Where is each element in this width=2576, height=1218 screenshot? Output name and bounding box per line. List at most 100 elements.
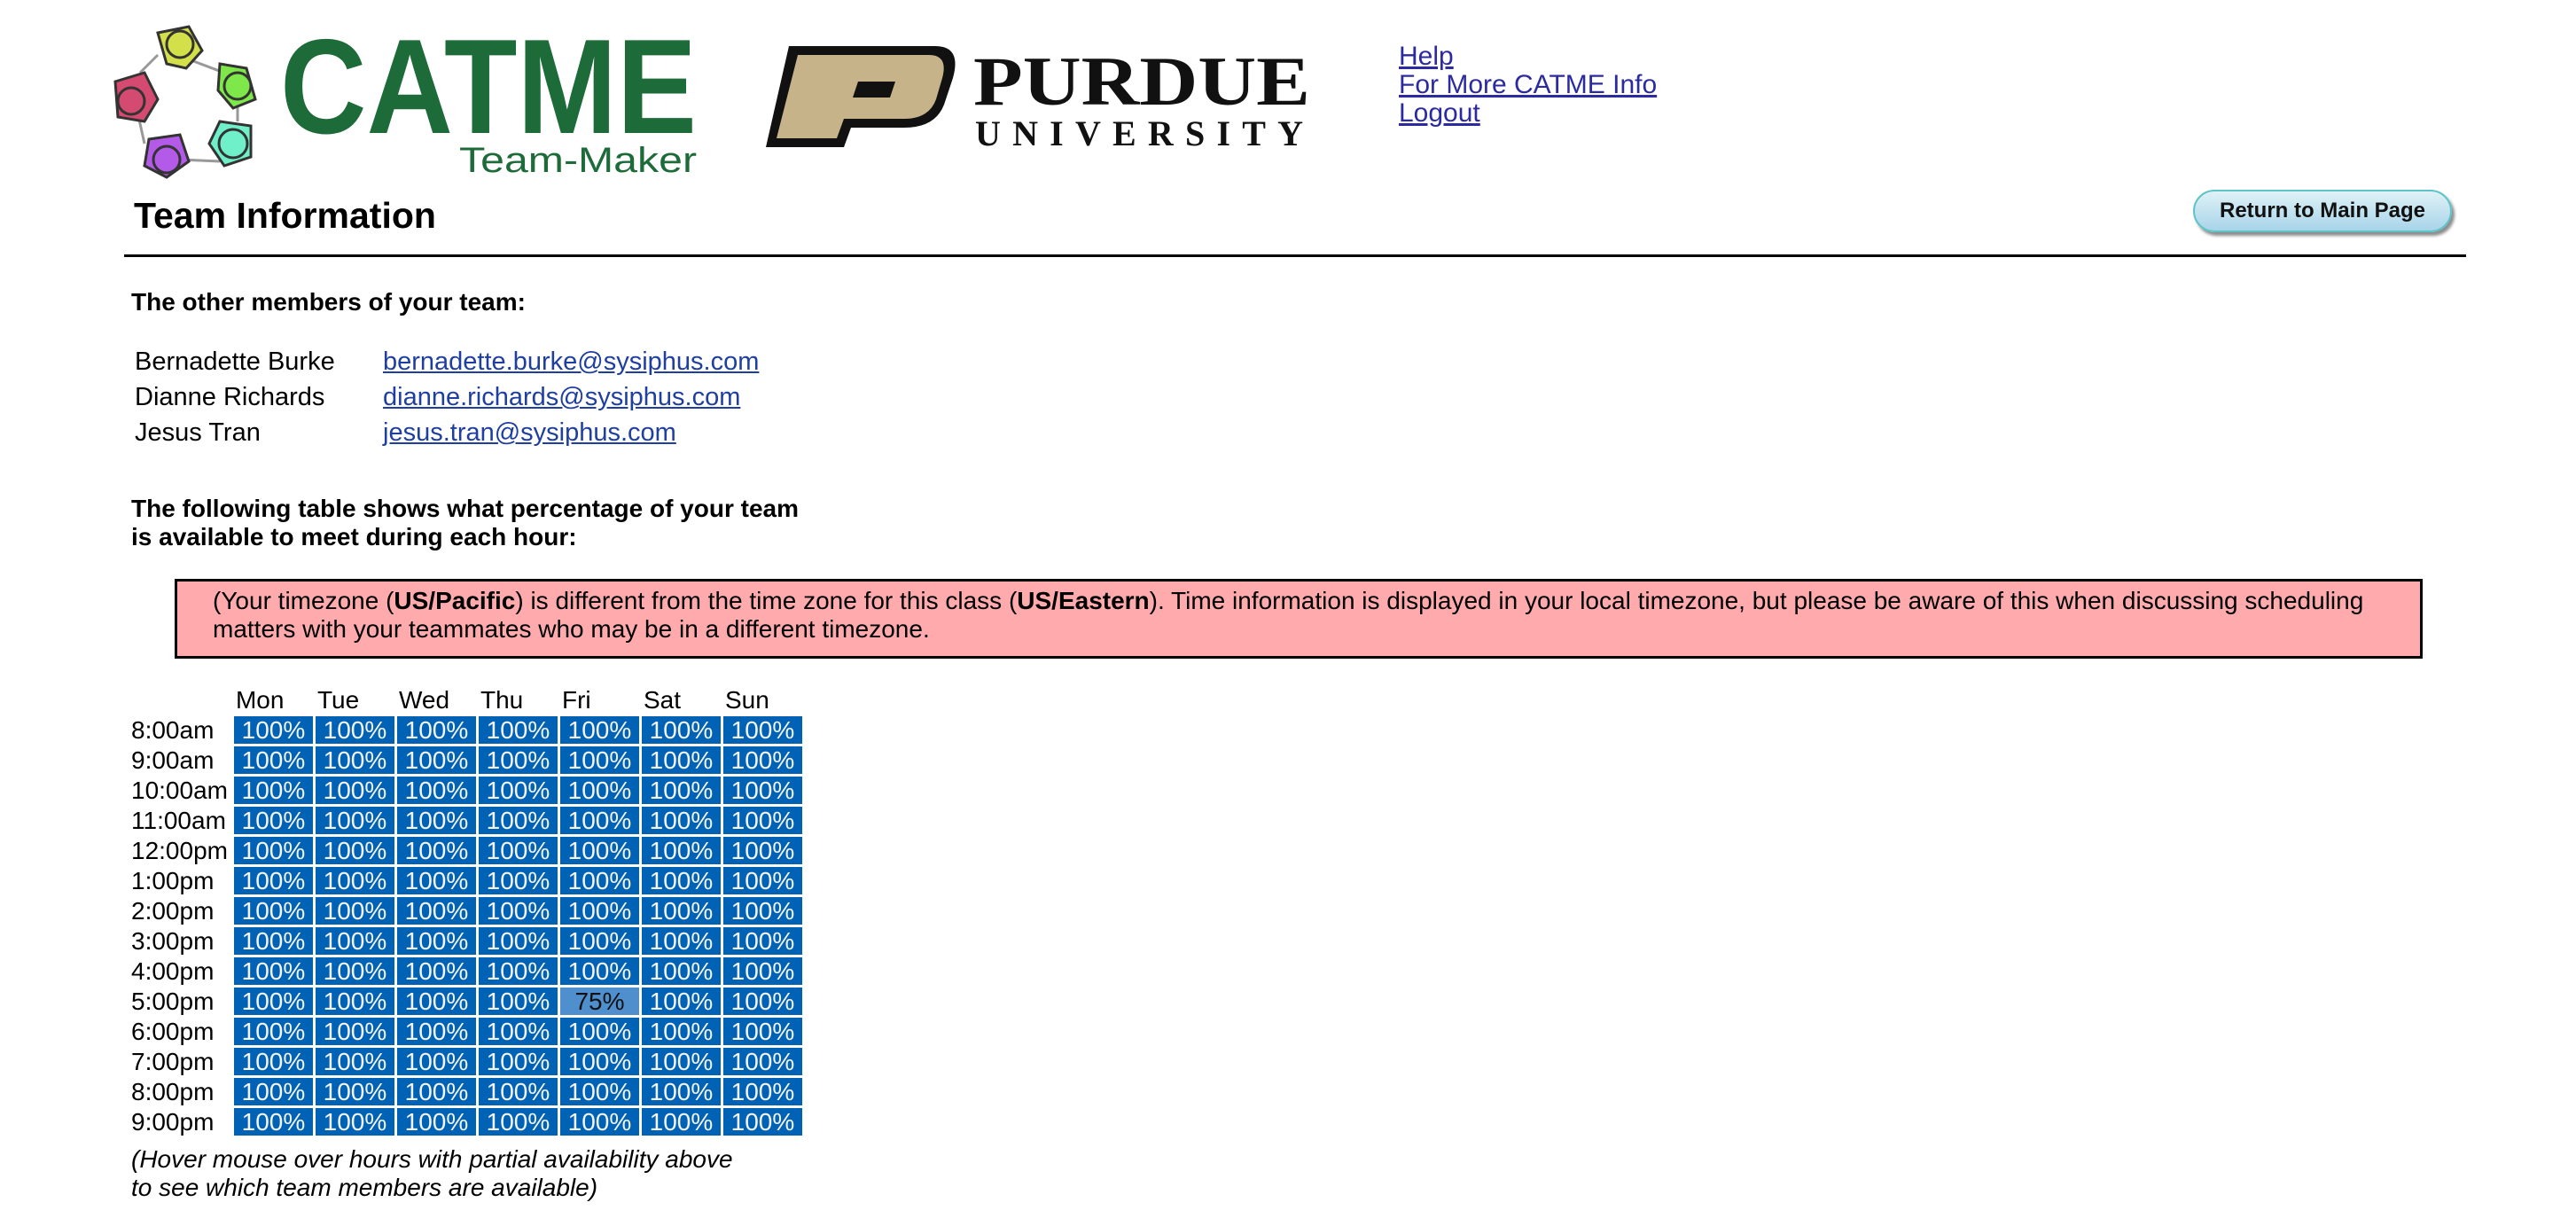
availability-cell: 100% [396, 988, 476, 1015]
availability-cell: 100% [233, 746, 313, 774]
availability-cell: 100% [233, 957, 313, 985]
availability-cell: 100% [478, 867, 558, 894]
availability-cell: 100% [478, 957, 558, 985]
availability-cell: 100% [315, 746, 394, 774]
availability-cell: 100% [641, 837, 721, 864]
title-divider [124, 254, 2466, 257]
availability-cell: 100% [396, 1018, 476, 1045]
availability-cell: 100% [641, 897, 721, 925]
availability-cell: 100% [722, 1018, 802, 1045]
help-link[interactable]: Help [1399, 43, 1657, 71]
availability-cell: 100% [315, 777, 394, 804]
purdue-university-logo: PURDUE UNIVERSITY [766, 43, 1310, 151]
availability-cell: 100% [396, 746, 476, 774]
availability-cell: 100% [722, 897, 802, 925]
member-email-link[interactable]: bernadette.burke@sysiphus.com [383, 347, 759, 376]
availability-cell: 100% [396, 957, 476, 985]
hover-footnote: (Hover mouse over hours with partial ava… [131, 1145, 733, 1202]
hour-label: 9:00am [131, 746, 215, 774]
availability-cell: 100% [641, 807, 721, 834]
availability-cell: 100% [559, 716, 639, 744]
availability-cell: 100% [641, 777, 721, 804]
availability-cell: 100% [559, 1018, 639, 1045]
logout-link[interactable]: Logout [1399, 99, 1657, 128]
hour-row: 7:00pm 100% 100% 100% 100% 100% 100% 100% [131, 1048, 802, 1075]
day-header: Thu [480, 686, 524, 714]
availability-cell: 100% [396, 1078, 476, 1105]
corner-header [131, 687, 231, 714]
user-timezone: US/Pacific [394, 587, 516, 614]
hour-label: 7:00pm [131, 1048, 215, 1075]
availability-cell: 100% [559, 837, 639, 864]
availability-cell: 100% [722, 988, 802, 1015]
availability-cell: 100% [559, 867, 639, 894]
day-header: Sat [643, 686, 681, 714]
availability-cell: 100% [233, 1018, 313, 1045]
availability-cell: 100% [722, 1048, 802, 1075]
availability-cell: 100% [641, 1048, 721, 1075]
hour-label: 11:00am [131, 807, 226, 834]
availability-cell: 100% [478, 1108, 558, 1136]
availability-cell: 100% [641, 927, 721, 955]
hour-label: 8:00pm [131, 1078, 215, 1105]
hour-label: 8:00am [131, 716, 215, 744]
hour-label: 5:00pm [131, 988, 215, 1015]
purdue-wordmark: PURDUE [973, 43, 1310, 120]
availability-cell: 100% [233, 807, 313, 834]
page-title: Team Information [134, 195, 436, 236]
team-circle-icon [113, 25, 257, 179]
catme-team-maker-logo: CATME Team-Maker [113, 20, 697, 180]
availability-cell: 100% [478, 897, 558, 925]
availability-table: Mon Tue Wed Thu Fri Sat Sun 8:00am 100% 100% 100%… [129, 684, 805, 1138]
availability-cell: 100% [396, 1048, 476, 1075]
availability-cell-partial[interactable]: 75% [559, 988, 639, 1015]
day-header-row: Mon Tue Wed Thu Fri Sat Sun [131, 687, 802, 714]
member-name: Jesus Tran [135, 418, 261, 447]
availability-cell: 100% [641, 867, 721, 894]
availability-cell: 100% [641, 1078, 721, 1105]
availability-cell: 100% [233, 1048, 313, 1075]
availability-cell: 100% [722, 1078, 802, 1105]
availability-cell: 100% [559, 897, 639, 925]
availability-heading-line2: is available to meet during each hour: [131, 523, 577, 550]
availability-cell: 100% [396, 897, 476, 925]
member-email-link[interactable]: jesus.tran@sysiphus.com [383, 418, 676, 447]
availability-cell: 100% [722, 807, 802, 834]
availability-cell: 100% [478, 927, 558, 955]
member-row: Dianne Richards dianne.richards@sysiphus… [131, 379, 762, 415]
availability-cell: 100% [722, 837, 802, 864]
day-header: Wed [398, 686, 450, 714]
availability-cell: 100% [559, 746, 639, 774]
availability-cell: 100% [315, 1018, 394, 1045]
availability-cell: 100% [396, 867, 476, 894]
hour-row: 8:00am 100% 100% 100% 100% 100% 100% 100% [131, 716, 802, 744]
availability-cell: 100% [233, 716, 313, 744]
availability-cell: 100% [233, 927, 313, 955]
availability-heading-line1: The following table shows what percentag… [131, 495, 799, 522]
return-to-main-page-button[interactable]: Return to Main Page [2193, 190, 2452, 232]
hour-label: 12:00pm [131, 837, 228, 864]
availability-cell: 100% [478, 1048, 558, 1075]
hour-row: 2:00pm 100% 100% 100% 100% 100% 100% 100% [131, 897, 802, 925]
hour-row: 6:00pm 100% 100% 100% 100% 100% 100% 100% [131, 1018, 802, 1045]
member-name: Dianne Richards [135, 383, 325, 411]
availability-cell: 100% [478, 1018, 558, 1045]
team-maker-subtitle: Team-Maker [459, 141, 697, 180]
availability-cell: 100% [233, 988, 313, 1015]
hour-row: 1:00pm 100% 100% 100% 100% 100% 100% 100% [131, 867, 802, 894]
availability-cell: 100% [396, 927, 476, 955]
more-catme-info-link[interactable]: For More CATME Info [1399, 71, 1657, 99]
availability-cell: 100% [722, 927, 802, 955]
availability-cell: 100% [722, 1108, 802, 1136]
availability-cell: 100% [559, 927, 639, 955]
member-email-link[interactable]: dianne.richards@sysiphus.com [383, 383, 740, 411]
availability-cell: 100% [641, 1018, 721, 1045]
availability-cell: 100% [559, 957, 639, 985]
availability-heading: The following table shows what percentag… [131, 495, 929, 551]
availability-cell: 100% [233, 1108, 313, 1136]
availability-cell: 100% [559, 1048, 639, 1075]
availability-cell: 100% [722, 746, 802, 774]
hour-row: 10:00am 100% 100% 100% 100% 100% 100% 100% [131, 777, 802, 804]
hour-label: 4:00pm [131, 957, 215, 985]
day-header: Fri [561, 686, 591, 714]
